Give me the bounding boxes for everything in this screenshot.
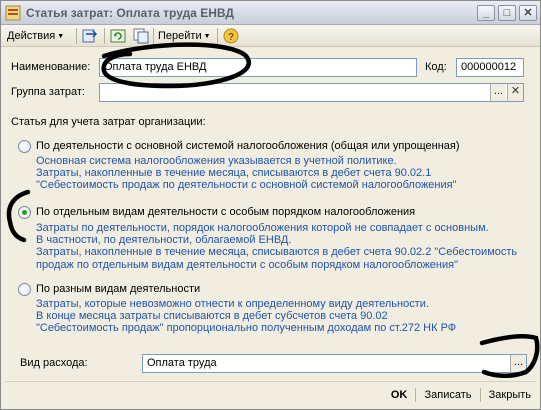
radio-icon[interactable] (18, 283, 31, 296)
option-mixed-activity-desc: Затраты, которые невозможно отнести к оп… (36, 298, 456, 335)
svg-text:?: ? (228, 32, 234, 43)
radio-icon[interactable] (18, 140, 31, 153)
toolbar-separator (217, 28, 218, 44)
footer-buttons: OK Записать Закрыть (388, 386, 534, 404)
group-label: Группа затрат: (11, 86, 85, 98)
option-special-taxation-desc: Затраты по деятельности, порядок налогоо… (36, 222, 517, 271)
footer-divider (5, 381, 536, 382)
clear-icon: ✕ (510, 85, 521, 97)
group-clear-button[interactable]: ✕ (507, 84, 523, 101)
close-button[interactable]: Закрыть (486, 386, 534, 404)
help-icon[interactable]: ? (222, 28, 240, 44)
desc-line: "Себестоимость продаж" пропорционально п… (36, 322, 457, 335)
select-icon: ... (493, 85, 504, 97)
refresh-icon[interactable] (109, 28, 127, 44)
name-input[interactable]: Оплата труда ЕНВД (99, 58, 417, 77)
title-bar[interactable]: Статья затрат: Оплата труда ЕНВД _ □ ✕ (1, 1, 540, 25)
option-special-taxation-label[interactable]: По отдельным видам деятельности с особым… (36, 206, 415, 218)
exchange-plan-icon[interactable] (81, 28, 99, 44)
expense-type-label: Вид расхода: (20, 357, 88, 369)
toolbar-separator (104, 28, 105, 44)
window-title: Статья затрат: Оплата труда ЕНВД (26, 6, 234, 20)
desc-line: В частности, по деятельности, облагаемой… (36, 234, 292, 247)
actions-menu-button[interactable]: Действия ▼ (7, 27, 64, 45)
footer-separator (479, 388, 481, 403)
group-input[interactable]: ... ✕ (99, 83, 524, 102)
maximize-button[interactable]: □ (498, 5, 516, 21)
group-select-button[interactable]: ... (490, 84, 506, 101)
code-label: Код: (425, 61, 447, 73)
desc-line: Затраты, накопленные в течение месяца, с… (36, 167, 432, 180)
dropdown-arrow-icon: ▼ (203, 33, 211, 40)
select-icon: ... (513, 356, 524, 368)
section-label: Статья для учета затрат организации: (11, 116, 206, 128)
ok-button[interactable]: OK (388, 386, 411, 404)
close-window-button[interactable]: ✕ (519, 5, 537, 21)
desc-line: В конце месяца затраты списываются в деб… (36, 310, 388, 323)
copy-icon[interactable] (132, 28, 150, 44)
expense-type-input[interactable]: Оплата труда ... (142, 354, 527, 373)
option-mixed-activity-label[interactable]: По разным видам деятельности (36, 283, 200, 295)
desc-line: Затраты, накопленные в течение месяца, с… (36, 246, 518, 259)
toolbar-separator (153, 28, 154, 44)
toolbar-separator (76, 28, 77, 44)
footer-separator (415, 388, 417, 403)
save-button[interactable]: Записать (421, 386, 474, 404)
app-icon (5, 5, 21, 21)
desc-line: Затраты по деятельности, порядок налогоо… (36, 222, 489, 234)
radio-icon[interactable] (18, 206, 31, 219)
option-main-taxation-desc: Основная система налогообложения указыва… (36, 155, 457, 192)
desc-line: Затраты, которые невозможно отнести к оп… (36, 298, 429, 310)
minimize-button[interactable]: _ (477, 5, 495, 21)
expense-type-value: Оплата труда (147, 357, 217, 369)
code-input[interactable]: 000000012 (456, 58, 524, 77)
toolbar: Действия ▼ Перейти ▼ ? (1, 25, 540, 47)
expense-item-window: Статья затрат: Оплата труда ЕНВД _ □ ✕ Д… (0, 0, 541, 410)
goto-menu-button[interactable]: Перейти ▼ (158, 27, 211, 45)
desc-line: продаж по отдельным видам деятельности с… (36, 258, 458, 271)
name-label: Наименование: (11, 61, 91, 73)
goto-menu-label: Перейти (158, 30, 202, 42)
actions-menu-label: Действия (7, 30, 56, 42)
option-main-taxation-label[interactable]: По деятельности с основной системой нало… (36, 140, 460, 152)
desc-line: Основная система налогообложения указыва… (36, 155, 397, 167)
expense-select-button[interactable]: ... (510, 355, 526, 372)
dropdown-arrow-icon: ▼ (57, 33, 65, 40)
desc-line: "Себестоимость продаж по деятельности с … (36, 179, 457, 192)
